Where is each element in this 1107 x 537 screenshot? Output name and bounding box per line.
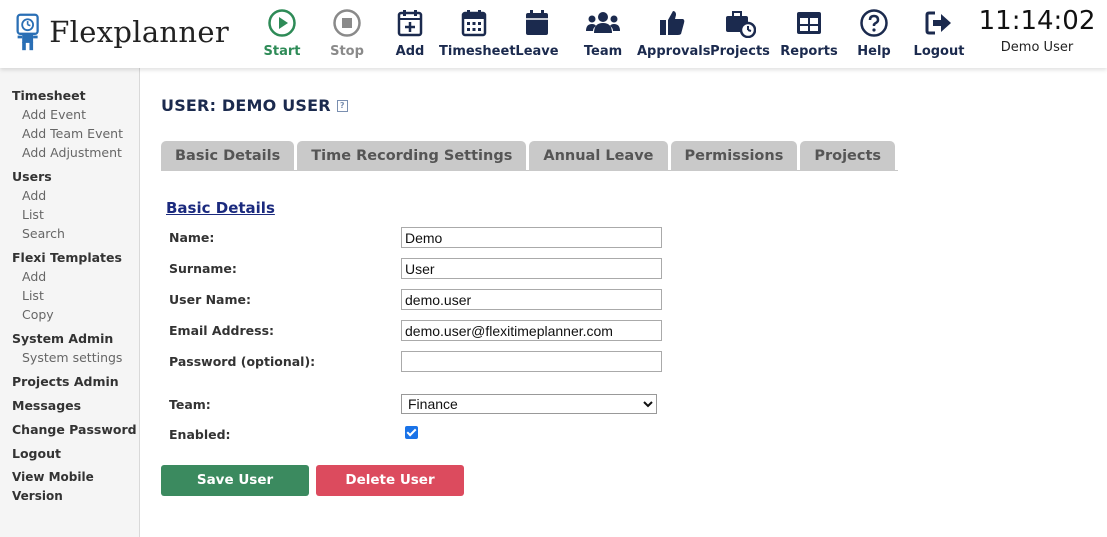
sidebar-add-adjustment[interactable]: Add Adjustment — [0, 143, 139, 162]
nav-timesheet[interactable]: Timesheet — [439, 6, 516, 64]
username-row: User Name: — [169, 289, 869, 311]
sidebar-add-team-event[interactable]: Add Team Event — [0, 124, 139, 143]
nav-start[interactable]: Start — [247, 6, 317, 64]
surname-row: Surname: — [169, 258, 869, 280]
nav-help-label: Help — [857, 44, 891, 59]
clock: 11:14:02 Demo User — [977, 6, 1097, 55]
thumbs-up-icon — [660, 11, 685, 35]
password-row: Password (optional): — [169, 351, 869, 373]
nav-approvals[interactable]: Approvals — [637, 6, 711, 64]
table-icon — [797, 12, 821, 34]
help-icon[interactable]: ? — [336, 99, 348, 112]
nav-reports-label: Reports — [780, 44, 838, 59]
email-label: Email Address: — [169, 323, 275, 338]
briefcase-clock-icon — [726, 11, 756, 38]
sidebar-logout[interactable]: Logout — [0, 444, 139, 463]
app-name: Flexplanner — [49, 15, 229, 49]
sidebar-flexi-list[interactable]: List — [0, 286, 139, 305]
sidebar-users-add[interactable]: Add — [0, 186, 139, 205]
current-user: Demo User — [1000, 40, 1074, 55]
sidebar-messages[interactable]: Messages — [0, 396, 139, 415]
surname-label: Surname: — [169, 261, 237, 276]
sidebar-users-search[interactable]: Search — [0, 224, 139, 243]
nav-add-label: Add — [395, 44, 425, 59]
nav-team-label: Team — [583, 44, 623, 59]
sidebar: Timesheet Add Event Add Team Event Add A… — [0, 68, 140, 537]
stop-circle-icon — [333, 9, 361, 37]
sidebar-change-password[interactable]: Change Password — [0, 420, 139, 439]
nav-approvals-label: Approvals — [637, 44, 711, 59]
username-label: User Name: — [169, 292, 251, 307]
sidebar-add-event[interactable]: Add Event — [0, 105, 139, 124]
nav-leave-label: Leave — [515, 44, 559, 59]
top-bar: Flexplanner Start Stop Add Timesheet Lea… — [0, 0, 1107, 68]
sidebar-view-mobile[interactable]: View Mobile Version — [0, 468, 139, 506]
nav-stop[interactable]: Stop — [312, 6, 382, 64]
clock-time: 11:14:02 — [978, 6, 1096, 36]
email-row: Email Address: — [169, 320, 869, 342]
nav-reports[interactable]: Reports — [774, 6, 844, 64]
nav-logout-label: Logout — [913, 44, 965, 59]
surname-field[interactable] — [401, 258, 662, 279]
nav-logout[interactable]: Logout — [904, 6, 974, 64]
tab-time-recording-settings[interactable]: Time Recording Settings — [297, 141, 527, 171]
section-title: Basic Details — [166, 199, 275, 217]
sidebar-system-settings[interactable]: System settings — [0, 348, 139, 367]
sidebar-flexi-add[interactable]: Add — [0, 267, 139, 286]
nav-stop-label: Stop — [330, 44, 364, 59]
sign-out-icon — [925, 11, 951, 35]
page-title: USER: DEMO USER ? — [161, 96, 348, 115]
sidebar-users-list[interactable]: List — [0, 205, 139, 224]
name-row: Name: — [169, 227, 869, 249]
nav-timesheet-label: Timesheet — [439, 44, 516, 59]
password-field[interactable] — [401, 351, 662, 372]
main-content: USER: DEMO USER ? Basic Details Time Rec… — [161, 68, 1101, 537]
play-circle-icon — [268, 9, 296, 37]
username-field[interactable] — [401, 289, 662, 310]
team-label: Team: — [169, 397, 211, 412]
enabled-row: Enabled: — [169, 424, 869, 446]
calendar-plus-icon — [397, 10, 423, 37]
nav-add[interactable]: Add — [375, 6, 445, 64]
tab-permissions[interactable]: Permissions — [670, 141, 798, 171]
tab-basic-details[interactable]: Basic Details — [161, 141, 295, 171]
users-icon — [586, 12, 620, 33]
calendar-grid-icon — [461, 10, 487, 37]
enabled-label: Enabled: — [169, 427, 231, 442]
tab-projects[interactable]: Projects — [800, 141, 896, 171]
nav-projects[interactable]: Projects — [705, 6, 775, 64]
app-logo[interactable]: Flexplanner — [14, 8, 229, 56]
sidebar-timesheet[interactable]: Timesheet — [0, 86, 139, 105]
team-select[interactable]: Finance — [401, 394, 657, 414]
flexplanner-logo-icon — [16, 13, 39, 51]
calendar-icon — [526, 10, 548, 35]
name-field[interactable] — [401, 227, 662, 248]
nav-help[interactable]: Help — [839, 6, 909, 64]
page-title-text: USER: DEMO USER — [161, 96, 331, 115]
tab-bar: Basic Details Time Recording Settings An… — [161, 141, 899, 171]
team-row: Team: Finance — [169, 394, 869, 416]
nav-start-label: Start — [263, 44, 301, 59]
enabled-checkbox[interactable] — [405, 426, 418, 439]
email-field[interactable] — [401, 320, 662, 341]
sidebar-system-admin[interactable]: System Admin — [0, 329, 139, 348]
tab-annual-leave[interactable]: Annual Leave — [529, 141, 668, 171]
sidebar-users[interactable]: Users — [0, 167, 139, 186]
password-label: Password (optional): — [169, 354, 316, 369]
save-user-button[interactable]: Save User — [161, 465, 309, 496]
sidebar-flexi-templates[interactable]: Flexi Templates — [0, 248, 139, 267]
name-label: Name: — [169, 230, 215, 245]
nav-leave[interactable]: Leave — [502, 6, 572, 64]
sidebar-projects-admin[interactable]: Projects Admin — [0, 372, 139, 391]
nav-projects-label: Projects — [710, 44, 770, 59]
question-circle-icon — [860, 9, 888, 37]
sidebar-flexi-copy[interactable]: Copy — [0, 305, 139, 324]
delete-user-button[interactable]: Delete User — [316, 465, 464, 496]
nav-team[interactable]: Team — [568, 6, 638, 64]
